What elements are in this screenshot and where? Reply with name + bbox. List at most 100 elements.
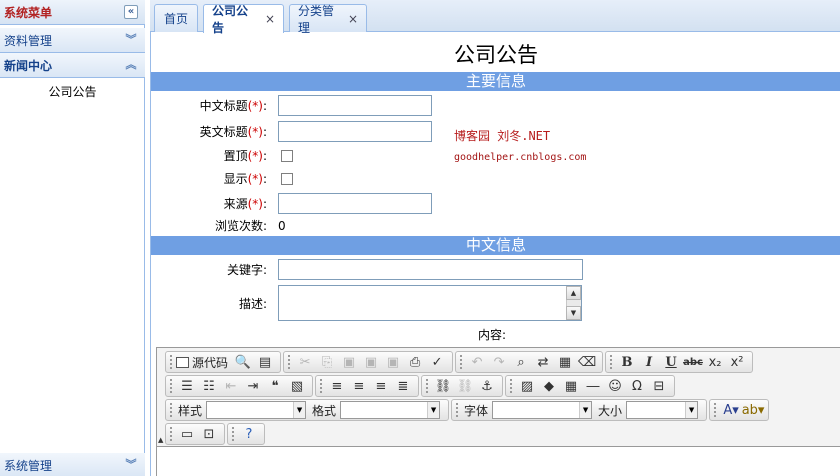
sidebar-section-news-center[interactable]: 新闻中心 ︽	[0, 53, 145, 78]
maximize-icon[interactable]: ▭	[176, 424, 198, 444]
section-header-main: 主要信息	[151, 72, 840, 91]
outdent-icon[interactable]: ⇤	[220, 376, 242, 396]
preview-icon[interactable]: 🔍	[232, 352, 254, 372]
numbered-list-icon[interactable]: ☰	[176, 376, 198, 396]
size-select[interactable]: ▼	[626, 401, 699, 419]
app-window: 系统菜单 « 资料管理 ︾ 新闻中心 ︽ 公司公告 系统管理 ︾ 首页 公司公告…	[0, 0, 840, 476]
chevron-down-icon[interactable]: ▼	[427, 402, 440, 418]
sidebar-section-system-management[interactable]: 系统管理 ︾	[0, 453, 145, 476]
paste-icon[interactable]: ▣	[338, 352, 360, 372]
toolbar-group: 样式 ▼ 格式 ▼	[165, 399, 450, 421]
tab-company-notice[interactable]: 公司公告 ×	[203, 4, 284, 35]
toolbar-group: A▾ ab▾	[709, 399, 770, 421]
toolbar-group: ≡ ≡ ≡ ≣	[315, 375, 419, 397]
cut-icon[interactable]: ✂	[294, 352, 316, 372]
help-icon[interactable]: ?	[238, 424, 260, 444]
style-select[interactable]: ▼	[206, 401, 307, 419]
toolbar-handle	[510, 379, 513, 393]
toolbar-group: ▨ ◆ ▦ ― ☺ Ω ⊟	[505, 375, 675, 397]
keywords-input[interactable]	[278, 259, 583, 280]
anchor-icon[interactable]: ⚓	[476, 376, 498, 396]
superscript-icon[interactable]: x²	[726, 352, 748, 372]
toolbar-group: ☰ ☷ ⇤ ⇥ ❝ ▧	[165, 375, 313, 397]
justify-icon[interactable]: ≣	[392, 376, 414, 396]
paste-text-icon[interactable]: ▣	[360, 352, 382, 372]
chevron-down-icon[interactable]: ▼	[685, 402, 698, 418]
scroll-up-icon[interactable]: ▲	[566, 286, 581, 300]
chevron-down-icon[interactable]: ▼	[579, 402, 592, 418]
sidebar-item-company-notice[interactable]: 公司公告	[0, 80, 145, 104]
align-center-icon[interactable]: ≡	[348, 376, 370, 396]
source-label: 来源(*):	[223, 197, 267, 211]
link-icon[interactable]: ⛓	[432, 376, 454, 396]
spellcheck-icon[interactable]: ✓	[426, 352, 448, 372]
double-chevron-down-icon[interactable]: ︾	[124, 33, 138, 47]
align-right-icon[interactable]: ≡	[370, 376, 392, 396]
description-textarea[interactable]: ▲ ▼	[278, 285, 582, 321]
underline-icon[interactable]: U	[660, 352, 682, 372]
sidebar-section-label: 新闻中心	[4, 58, 53, 73]
source-button[interactable]: 源代码	[176, 354, 232, 371]
undo-icon[interactable]: ↶	[466, 352, 488, 372]
indent-icon[interactable]: ⇥	[242, 376, 264, 396]
paste-word-icon[interactable]: ▣	[382, 352, 404, 372]
font-select[interactable]: ▼	[492, 401, 593, 419]
scroll-down-icon[interactable]: ▼	[566, 306, 581, 320]
double-chevron-left-icon[interactable]: «	[124, 5, 138, 19]
find-icon[interactable]: ⌕	[510, 352, 532, 372]
strikethrough-icon[interactable]: abc	[682, 352, 704, 372]
show-blocks-icon[interactable]: ⊡	[198, 424, 220, 444]
horizontal-rule-icon[interactable]: ―	[582, 376, 604, 396]
source-input[interactable]	[278, 193, 432, 214]
en-title-input[interactable]	[278, 121, 432, 142]
background-color-icon[interactable]: ab▾	[742, 400, 765, 420]
show-label: 显示(*):	[223, 172, 267, 186]
flash-icon[interactable]: ◆	[538, 376, 560, 396]
views-label: 浏览次数:	[214, 219, 267, 233]
italic-icon[interactable]: I	[638, 352, 660, 372]
cn-title-input[interactable]	[278, 95, 432, 116]
double-chevron-up-icon[interactable]: ︽	[124, 58, 138, 72]
tab-home[interactable]: 首页	[154, 4, 198, 32]
close-icon[interactable]: ×	[265, 12, 275, 26]
source-icon	[176, 356, 189, 368]
page-title: 公司公告	[454, 43, 538, 67]
bulleted-list-icon[interactable]: ☷	[198, 376, 220, 396]
scrollbar[interactable]: ▲ ▼	[566, 286, 581, 320]
style-label: 样式	[178, 403, 203, 418]
print-icon[interactable]: ⎙	[404, 352, 426, 372]
subscript-icon[interactable]: x₂	[704, 352, 726, 372]
replace-icon[interactable]: ⇄	[532, 352, 554, 372]
views-value: 0	[278, 219, 286, 233]
align-left-icon[interactable]: ≡	[326, 376, 348, 396]
remove-format-icon[interactable]: ⌫	[576, 352, 598, 372]
text-color-icon[interactable]: A▾	[720, 400, 742, 420]
editor-content-area[interactable]	[157, 446, 840, 476]
sidebar-section-data-management[interactable]: 资料管理 ︾	[0, 28, 145, 53]
collapse-toolbar-icon[interactable]: ▲	[158, 436, 163, 444]
pin-checkbox[interactable]	[281, 150, 293, 162]
toolbar-row-3: 样式 ▼ 格式 ▼ 字体 ▼ 大小 ▼ A▾ ab▾	[165, 398, 771, 422]
table-icon[interactable]: ▦	[560, 376, 582, 396]
bold-icon[interactable]: B	[616, 352, 638, 372]
redo-icon[interactable]: ↷	[488, 352, 510, 372]
image-icon[interactable]: ▨	[516, 376, 538, 396]
toolbar-group: 源代码 🔍 ▤	[165, 351, 282, 373]
sidebar: 系统菜单 « 资料管理 ︾ 新闻中心 ︽ 公司公告 系统管理 ︾	[0, 0, 145, 476]
chevron-down-icon[interactable]: ▼	[293, 402, 306, 418]
toolbar-group: ✂ ⎘ ▣ ▣ ▣ ⎙ ✓	[283, 351, 454, 373]
div-container-icon[interactable]: ▧	[286, 376, 308, 396]
blockquote-icon[interactable]: ❝	[264, 376, 286, 396]
tab-category-management[interactable]: 分类管理 ×	[289, 4, 367, 35]
unlink-icon[interactable]: ⛓	[454, 376, 476, 396]
special-char-icon[interactable]: Ω	[626, 376, 648, 396]
template-icon[interactable]: ▤	[254, 352, 276, 372]
show-checkbox[interactable]	[281, 173, 293, 185]
smiley-icon[interactable]: ☺	[604, 376, 626, 396]
copy-icon[interactable]: ⎘	[316, 352, 338, 372]
page-break-icon[interactable]: ⊟	[648, 376, 670, 396]
format-select[interactable]: ▼	[340, 401, 441, 419]
select-all-icon[interactable]: ▦	[554, 352, 576, 372]
close-icon[interactable]: ×	[348, 12, 358, 26]
double-chevron-down-icon[interactable]: ︾	[124, 458, 138, 472]
